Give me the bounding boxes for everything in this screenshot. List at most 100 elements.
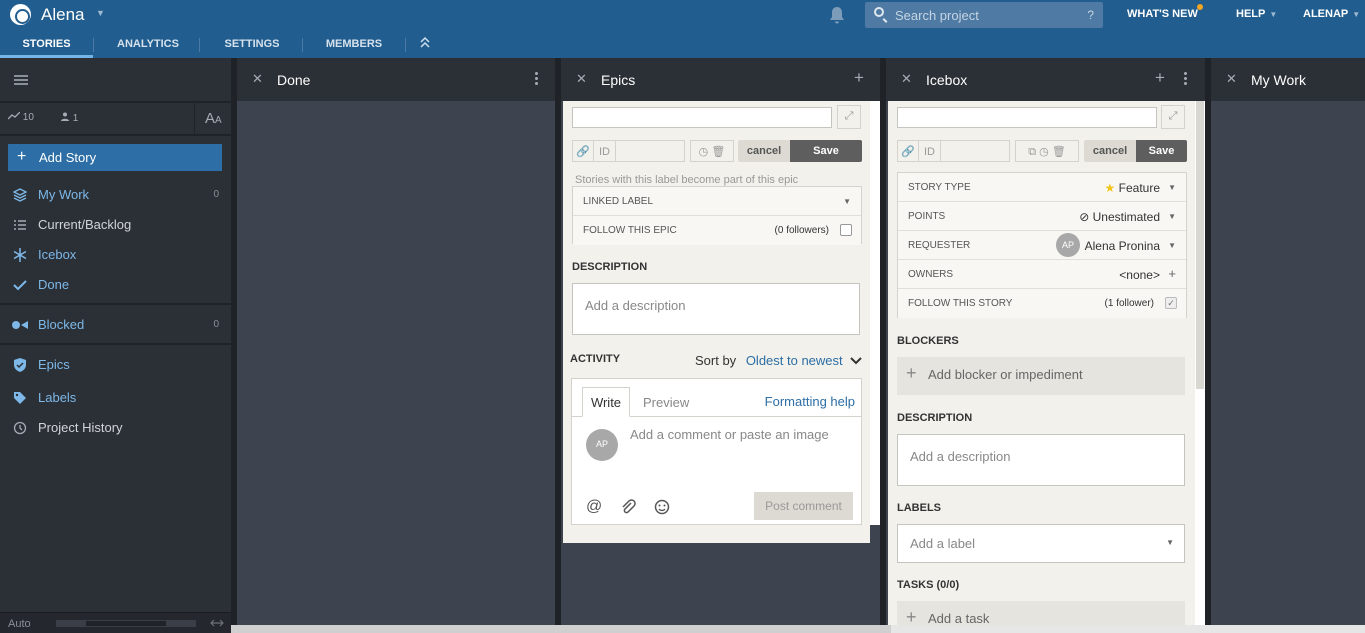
scrollbar-thumb[interactable] [1196, 101, 1204, 389]
labels-placeholder: Add a label [910, 536, 976, 551]
add-epic-icon[interactable]: + [854, 68, 864, 88]
mention-icon[interactable]: @ [586, 498, 602, 516]
post-comment-button[interactable]: Post comment [754, 492, 853, 520]
field-label: POINTS [908, 211, 946, 222]
menu-icon[interactable] [14, 75, 28, 85]
sort-control[interactable]: Sort by Oldest to newest [695, 353, 862, 368]
followers-link[interactable]: (0 followers) [775, 225, 829, 236]
tab-stories[interactable]: STORIES [0, 34, 93, 58]
sidebar-item-current-backlog[interactable]: Current/Backlog [0, 212, 231, 238]
activity-heading: ACTIVITY [570, 353, 621, 365]
add-owner-icon[interactable]: + [1168, 266, 1176, 281]
story-title-input[interactable] [897, 107, 1157, 128]
panel-title: Done [277, 72, 311, 88]
emoji-icon[interactable] [654, 499, 670, 515]
search-help-icon[interactable]: ? [1087, 8, 1094, 22]
add-blocker-label: Add blocker or impediment [928, 367, 1083, 382]
followers-link[interactable]: (1 follower) [1105, 298, 1154, 309]
epic-name-input[interactable] [572, 107, 832, 128]
formatting-help-link[interactable]: Formatting help [765, 394, 855, 409]
done-panel: ✕ Done [237, 58, 555, 625]
trash-icon[interactable]: 🗑 [1052, 146, 1066, 158]
panel-width-slider[interactable] [56, 620, 196, 627]
story-type-row[interactable]: STORY TYPE ★ Feature ▼ [898, 173, 1186, 202]
project-name[interactable]: Alena [41, 5, 84, 25]
more-vertical-icon[interactable] [1184, 72, 1187, 85]
field-label: LINKED LABEL [583, 196, 654, 207]
clock-icon[interactable]: ◷ [1039, 146, 1049, 158]
close-icon[interactable]: ✕ [252, 71, 263, 87]
requester-row[interactable]: REQUESTER AP Alena Pronina ▼ [898, 231, 1186, 260]
tab-separator [93, 38, 94, 52]
expand-icon[interactable]: ⤢ [1161, 105, 1185, 129]
comment-input[interactable]: Add a comment or paste an image [630, 427, 829, 442]
owners-row[interactable]: OWNERS <none> + [898, 260, 1186, 289]
user-menu[interactable]: ALENAP ▼ [1303, 8, 1360, 20]
comment-box: Write Preview Formatting help AP Add a c… [571, 378, 862, 525]
whats-new-menu[interactable]: WHAT'S NEW [1127, 8, 1198, 20]
auto-width-label[interactable]: Auto [8, 618, 31, 630]
check-icon [13, 280, 27, 291]
story-type-value: ★ Feature [1105, 181, 1160, 195]
add-story-icon[interactable]: + [1155, 68, 1165, 88]
horizontal-scrollbar[interactable] [231, 625, 1365, 633]
font-size-toggle[interactable]: AA [194, 102, 231, 134]
link-icon[interactable]: 🔗 [897, 140, 919, 162]
clone-icon[interactable]: ⧉ [1028, 146, 1036, 158]
collapse-header-icon[interactable] [420, 36, 430, 48]
follow-epic-checkbox[interactable] [840, 224, 852, 236]
sidebar-item-done[interactable]: Done [0, 272, 231, 298]
close-icon[interactable]: ✕ [901, 71, 912, 87]
write-tab[interactable]: Write [582, 387, 630, 417]
close-icon[interactable]: ✕ [1226, 71, 1237, 87]
expand-icon[interactable]: ⤢ [837, 105, 861, 129]
points-row[interactable]: POINTS ⊘ Unestimated ▼ [898, 202, 1186, 231]
sidebar-item-epics[interactable]: Epics [0, 352, 231, 378]
sidebar-item-labels[interactable]: Labels [0, 385, 231, 411]
sidebar-item-icebox[interactable]: Icebox [0, 242, 231, 268]
add-story-button[interactable]: + Add Story [8, 144, 222, 171]
save-button[interactable]: Save [790, 140, 862, 162]
help-menu[interactable]: HELP ▼ [1236, 8, 1277, 20]
follow-story-checkbox[interactable]: ✓ [1165, 297, 1177, 309]
tracker-logo-icon[interactable] [10, 4, 31, 25]
members-stat[interactable]: 1 [60, 112, 78, 124]
link-icon[interactable]: 🔗 [572, 140, 594, 162]
linked-label-hint: Stories with this label become part of t… [575, 174, 799, 186]
sidebar-item-blocked[interactable]: Blocked 0 [0, 312, 231, 338]
velocity-stat[interactable]: 10 [7, 111, 34, 123]
project-caret-icon[interactable]: ▼ [96, 8, 105, 18]
clock-icon[interactable]: ◷ [699, 146, 709, 158]
sidebar-item-label: My Work [38, 187, 90, 202]
description-input[interactable]: Add a description [572, 283, 860, 335]
bell-icon[interactable] [829, 6, 845, 24]
tab-members[interactable]: MEMBERS [312, 34, 396, 58]
trash-icon[interactable]: 🗑 [711, 146, 725, 158]
cancel-button[interactable]: cancel [1084, 140, 1136, 162]
arrows-icon[interactable] [210, 618, 224, 628]
labels-heading: LABELS [897, 502, 941, 514]
id-box: ID [918, 140, 1010, 162]
linked-label-row[interactable]: LINKED LABEL ▼ [573, 187, 861, 216]
add-task-button[interactable]: + Add a task [897, 601, 1185, 625]
more-vertical-icon[interactable] [535, 72, 538, 85]
tab-settings[interactable]: SETTINGS [208, 34, 296, 58]
paperclip-icon[interactable] [620, 499, 636, 515]
panel-title: My Work [1251, 72, 1306, 88]
story-type-text: Feature [1118, 181, 1160, 195]
story-fields: STORY TYPE ★ Feature ▼ POINTS ⊘ Unestima… [897, 172, 1187, 318]
scrollbar-track[interactable] [870, 101, 880, 525]
close-icon[interactable]: ✕ [576, 71, 587, 87]
add-blocker-button[interactable]: + Add blocker or impediment [897, 357, 1185, 395]
cancel-button[interactable]: cancel [738, 140, 790, 162]
labels-input[interactable]: Add a label ▼ [897, 524, 1185, 563]
search-box[interactable]: Search project ? [865, 2, 1103, 28]
sidebar-item-project-history[interactable]: Project History [0, 415, 231, 441]
save-button[interactable]: Save [1136, 140, 1187, 162]
sidebar-item-my-work[interactable]: My Work 0 [0, 182, 231, 208]
description-heading: DESCRIPTION [572, 261, 648, 273]
tab-analytics[interactable]: ANALYTICS [102, 34, 194, 58]
font-toggle-small: A [215, 115, 222, 126]
preview-tab[interactable]: Preview [643, 395, 689, 410]
description-input[interactable]: Add a description [897, 434, 1185, 486]
